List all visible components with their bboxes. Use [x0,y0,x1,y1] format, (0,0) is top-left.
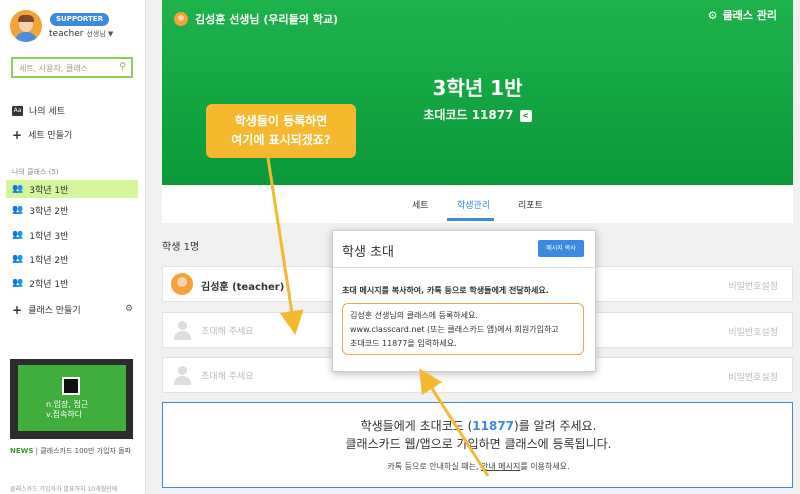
invite-info-panel: 학생들에게 초대코드 (11877)를 알려 주세요. 클래스카드 웹/앱으로 … [162,402,793,488]
class-item-label: 3학년 1반 [29,185,69,196]
supporter-badge: SUPPORTER [50,13,109,26]
gear-icon: ⚙ [707,8,718,22]
set-icon: Aa [12,105,23,116]
invite-line1: 학생들에게 초대코드 (11877)를 알려 주세요. [163,417,794,434]
placeholder-avatar [171,319,193,341]
promo-card [62,377,80,395]
my-sets-link[interactable]: Aa 나의 세트 [12,104,65,117]
gear-icon[interactable]: ⚙ [125,304,133,314]
plus-icon: + [12,127,23,142]
user-avatar[interactable] [10,10,42,42]
sidebar-class-item[interactable]: 👥 2학년 1반 [6,274,138,292]
make-set-label: 세트 만들기 [28,131,73,141]
promo-screen [18,365,126,431]
people-icon: 👥 [12,278,24,288]
tab-students[interactable]: 학생관리 [457,198,490,211]
search-placeholder: 세트, 사용자, 클래스 [19,64,89,73]
invite-message-line2: www.classcard.net (또는 클래스카드 앱)에서 회원가입하고 [350,325,559,334]
tab-sets[interactable]: 세트 [412,198,429,211]
sidebar-class-item[interactable]: 👥 3학년 2반 [6,201,138,219]
placeholder-avatar [171,364,193,386]
teacher-heading: 김성훈 선생님 (우리들의 학교) [174,11,338,27]
sidebar-class-item[interactable]: 👥 1학년 3반 [6,226,138,244]
student-name: 초대해 주세요 [201,372,254,382]
make-class-link[interactable]: + 클래스 만들기 [12,302,81,317]
invite-popup: 학생 초대 메시지 복사 초대 메시지를 복사하여, 카톡 등으로 학생들에게 … [332,230,597,372]
tooltip-line2: 여기에 표시되겠죠? [231,133,331,147]
sidebar-class-item[interactable]: 👥 3학년 1반 [6,180,138,198]
news-more: 클래스카드 가입자가 발표하지 10개월만에 [10,486,118,493]
student-name: 김성훈 (teacher) [201,282,285,293]
search-icon[interactable]: ⚲ [119,62,126,72]
class-item-label: 3학년 2반 [29,206,69,217]
people-icon: 👥 [12,230,24,240]
student-count: 학생 1명 [162,242,200,253]
student-avatar [171,273,193,295]
invite-line1-post: )를 알려 주세요. [514,419,597,433]
tab-report[interactable]: 리포트 [518,198,543,211]
share-icon[interactable]: < [519,109,532,122]
invite-line1-pre: 학생들에게 초대코드 ( [360,419,473,433]
promo-video[interactable]: n.입장, 접근 v.접속하다 [10,359,133,439]
make-set-link[interactable]: + 세트 만들기 [12,127,73,142]
invite-line3: 카톡 등으로 안내하실 때는, 안내 메시지를 이용하세요. [163,461,794,472]
invite-line3-pre: 카톡 등으로 안내하실 때는, [387,462,482,471]
plus-icon: + [12,302,23,317]
popup-divider [333,267,597,268]
popup-instruction: 초대 메시지를 복사하여, 카톡 등으로 학생들에게 전달하세요. [342,286,549,295]
invite-message-box[interactable]: 김성훈 선생님의 클래스에 등록하세요. www.classcard.net (… [342,303,584,355]
people-icon: 👥 [12,205,24,215]
tooltip-line1: 학생들이 등록하면 [234,114,328,128]
user-menu[interactable]: teacher 선생님 ▼ [49,29,113,39]
news-link[interactable]: NEWS | 클래스카드 100만 가입자 돌파 [10,446,138,456]
my-sets-label: 나의 세트 [29,107,65,117]
invite-line2: 클래스카드 웹/앱으로 가입하면 클래스에 등록됩니다. [345,437,612,451]
sidebar: SUPPORTER teacher 선생님 ▼ 세트, 사용자, 클래스 ⚲ A… [0,0,146,494]
class-code-text: 초대코드 11877 [423,108,514,122]
password-setting-link[interactable]: 비밀번호설정 [728,370,778,383]
callout-tooltip: 학생들이 등록하면 여기에 표시되겠죠? [206,104,356,158]
news-tag: NEWS [10,447,34,455]
search-input[interactable]: 세트, 사용자, 클래스 ⚲ [11,57,133,78]
sidebar-class-item[interactable]: 👥 1학년 2반 [6,250,138,268]
password-setting-link[interactable]: 비밀번호설정 [728,325,778,338]
teacher-avatar [174,12,188,26]
invite-message-line1: 김성훈 선생님의 클래스에 등록하세요. [350,311,478,320]
class-manage-button[interactable]: ⚙ 클래스 관리 [708,7,777,23]
invite-line3-post: 를 이용하세요. [520,462,570,471]
invite-message-line3: 초대코드 11877을 입력하세요. [350,339,457,348]
people-icon: 👥 [12,254,24,264]
class-item-label: 2학년 1반 [29,279,69,290]
class-manage-label: 클래스 관리 [722,9,777,22]
popup-title: 학생 초대 [342,245,394,260]
student-name: 초대해 주세요 [201,327,254,337]
news-text: | 클래스카드 100만 가입자 돌파 [33,447,132,455]
copy-message-button[interactable]: 메시지 복사 [538,240,584,257]
promo-line2: v.접속하다 [46,410,83,419]
class-item-label: 1학년 2반 [29,255,69,266]
username: teacher [49,29,84,39]
class-item-label: 1학년 3반 [29,231,69,242]
teacher-name: 김성훈 선생님 (우리들의 학교) [195,13,338,26]
class-title: 3학년 1반 [432,76,523,100]
guide-message-link[interactable]: 안내 메시지 [481,462,520,471]
make-class-label: 클래스 만들기 [28,306,81,316]
username-suffix: 선생님 ▼ [86,30,114,38]
active-tab-indicator [447,218,494,221]
invite-code: 11877 [472,419,515,433]
people-icon: 👥 [12,184,24,194]
my-classes-label: 나의 클래스 (5) [12,168,59,176]
password-setting-link[interactable]: 비밀번호설정 [728,279,778,292]
